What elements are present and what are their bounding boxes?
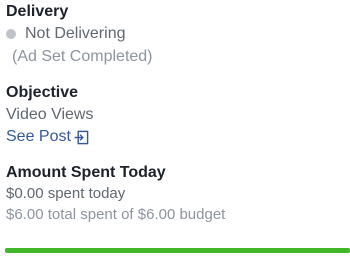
delivery-sub-status: (Ad Set Completed) (12, 48, 153, 65)
delivery-status-row: Not Delivering (6, 22, 350, 45)
open-in-icon[interactable] (74, 130, 89, 145)
see-post-link-row[interactable]: See Post (6, 126, 350, 148)
objective-section: Objective Video Views See Post (6, 83, 350, 148)
budget-progress-fill (5, 248, 350, 253)
ad-set-summary-panel: Delivery Not Delivering (Ad Set Complete… (6, 2, 350, 225)
see-post-link[interactable]: See Post (6, 128, 71, 146)
objective-value: Video Views (6, 106, 94, 123)
budget-progress-bar (5, 248, 350, 253)
delivery-status: Not Delivering (25, 24, 126, 42)
spent-today-text: $0.00 spent today (6, 185, 126, 202)
delivery-heading: Delivery (6, 3, 69, 20)
amount-spent-section: Amount Spent Today $0.00 spent today $6.… (6, 163, 350, 225)
amount-spent-heading: Amount Spent Today (6, 164, 166, 181)
objective-heading: Objective (6, 84, 79, 101)
status-dot-icon (6, 28, 16, 39)
budget-text: $6.00 total spent of $6.00 budget (6, 206, 226, 223)
delivery-section: Delivery Not Delivering (Ad Set Complete… (6, 2, 350, 68)
